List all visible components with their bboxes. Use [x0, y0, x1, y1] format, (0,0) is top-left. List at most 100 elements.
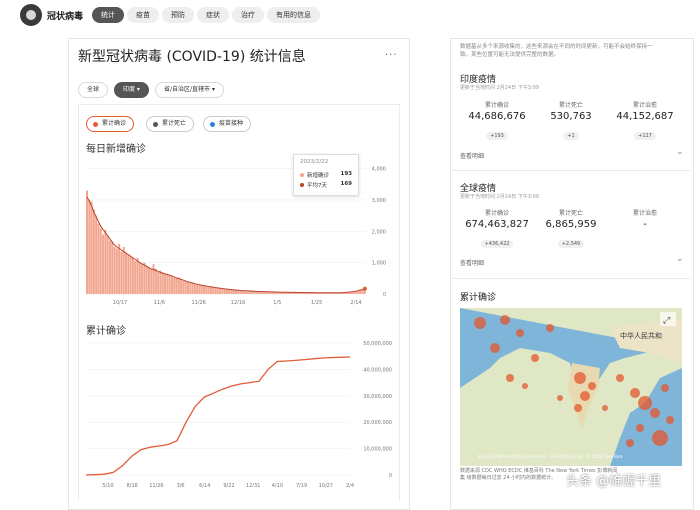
daily-bar — [143, 262, 146, 294]
daily-bar — [113, 246, 116, 294]
page-title: 新型冠状病毒 (COVID-19) 统计信息 — [78, 49, 306, 65]
avg7-marker — [362, 286, 367, 291]
x-tick-label: 11/26 — [191, 300, 205, 306]
global-stat-deaths: 累计死亡 6,865,959 +2,549 — [534, 208, 608, 249]
x-tick-label: 5/10 — [102, 483, 113, 489]
daily-bar — [198, 284, 201, 294]
daily-bar — [127, 254, 130, 294]
daily-bar — [168, 275, 171, 294]
daily-bar — [134, 261, 137, 294]
tooltip-label: 平均7天 — [307, 183, 327, 189]
tab-symptoms[interactable]: 症状 — [197, 7, 229, 23]
stat-label: 累计死亡 — [558, 102, 583, 109]
x-tick-label: 7/19 — [296, 483, 307, 489]
tab-treatment[interactable]: 治疗 — [232, 7, 264, 23]
daily-bar — [104, 229, 107, 294]
chevron-down-icon[interactable]: ⌄ — [676, 147, 684, 157]
x-tick-label: 1/25 — [311, 300, 322, 306]
daily-bar — [193, 283, 196, 294]
global-stat-confirmed: 累计确诊 674,463,827 +436,422 — [460, 208, 534, 249]
daily-bar — [228, 289, 231, 294]
daily-bar — [182, 280, 185, 294]
daily-bar — [90, 201, 93, 294]
daily-bar — [118, 243, 121, 294]
segment-label: 累计确诊 — [102, 120, 127, 127]
daily-bar — [354, 291, 357, 294]
daily-bar — [180, 278, 183, 294]
daily-bar — [122, 246, 125, 294]
stat-value: 530,763 — [550, 111, 592, 122]
stat-delta: +1 — [563, 132, 579, 140]
line-swatch-icon — [300, 183, 304, 187]
x-tick-label: 4/10 — [272, 483, 283, 489]
y-tick-label: 10,000,000 — [363, 447, 392, 453]
y-tick-label: 1,000 — [372, 261, 386, 267]
daily-bar — [131, 257, 134, 294]
stat-label: 累计治愈 — [632, 210, 657, 217]
segment-vaccination[interactable]: 疫苗接种 — [203, 116, 252, 132]
tab-statistics[interactable]: 统计 — [92, 7, 124, 23]
tab-vaccine[interactable]: 疫苗 — [127, 7, 159, 23]
cumulative-cases-chart[interactable]: 0 10,000,000 20,000,000 30,000,000 40,000,00… — [80, 335, 398, 495]
chevron-down-icon[interactable]: ⌄ — [676, 254, 684, 264]
y-tick-label: 3,000 — [372, 198, 386, 204]
daily-bar — [88, 199, 91, 294]
stat-delta: +2,549 — [557, 240, 585, 248]
daily-bar — [136, 257, 139, 294]
x-tick-label: 6/14 — [199, 483, 210, 489]
map-title: 累计确诊 — [460, 293, 497, 303]
daily-bar — [92, 209, 95, 294]
tooltip-value: 169 — [340, 181, 352, 187]
stat-value: 44,686,676 — [468, 111, 526, 122]
y-tick-label: 0 — [389, 473, 392, 479]
daily-bar — [189, 282, 192, 294]
stat-delta: +193 — [486, 132, 508, 140]
filter-global[interactable]: 全球 — [78, 82, 109, 98]
x-tick-label: 12/16 — [231, 300, 245, 306]
stat-delta: +436,422 — [480, 240, 514, 248]
daily-bar — [141, 264, 144, 294]
global-stat-recovered: 累计治愈 - — [608, 208, 682, 230]
india-details-link[interactable]: 查看明细 — [460, 151, 484, 160]
x-tick-label: 11/26 — [149, 483, 163, 489]
watermark: 头条 @帷幄千里 — [566, 474, 662, 489]
coronavirus-logo-icon — [20, 4, 42, 26]
tooltip-value: 193 — [340, 171, 352, 177]
daily-bar — [186, 282, 189, 294]
tab-useful-info[interactable]: 有用的信息 — [267, 7, 320, 23]
tooltip-row: 平均7天 169 — [300, 181, 354, 189]
daily-bar — [97, 223, 100, 294]
divider — [452, 278, 690, 279]
stat-delta: +127 — [634, 132, 656, 140]
x-tick-label: 2/4 — [346, 483, 354, 489]
tab-prevention[interactable]: 预防 — [162, 7, 194, 23]
stat-value: 674,463,827 — [465, 219, 529, 230]
segment-deaths[interactable]: 累计死亡 — [146, 116, 195, 132]
filter-country[interactable]: 印度 ▾ — [114, 82, 149, 98]
tooltip-label: 新增确诊 — [307, 173, 330, 179]
filter-province[interactable]: 省/自治区/直辖市 ▾ — [155, 82, 224, 98]
daily-bar — [129, 256, 132, 294]
daily-bar — [111, 242, 114, 294]
daily-bar — [219, 288, 222, 294]
daily-bar — [184, 281, 187, 294]
tooltip-date: 2023/2/22 — [300, 159, 329, 165]
global-details-link[interactable]: 查看明细 — [460, 258, 484, 267]
india-stat-recovered: 累计治愈 44,152,687 +127 — [608, 100, 682, 141]
india-updated: 更新于当地时间 2月24日 下午3:09 — [460, 85, 539, 91]
segment-confirmed[interactable]: 累计确诊 — [86, 116, 135, 132]
y-tick-label: 4,000 — [372, 167, 386, 173]
expand-arrow-icon: ⤢ — [662, 316, 670, 326]
more-options-button[interactable]: ··· — [385, 50, 398, 61]
daily-bar — [221, 288, 224, 294]
daily-bar — [154, 268, 157, 294]
daily-bar — [125, 253, 128, 294]
india-stat-deaths: 累计死亡 530,763 +1 — [534, 100, 608, 141]
daily-bar — [235, 290, 238, 294]
tooltip-row: 新增确诊 193 — [300, 171, 354, 179]
x-tick-label: 12/31 — [246, 483, 260, 489]
india-stat-confirmed: 累计确诊 44,686,676 +193 — [460, 100, 534, 141]
y-tick-label: 30,000,000 — [363, 394, 392, 400]
cases-map[interactable]: 中华人民共和 ⤢ © 2023 Microsoft Corporation - … — [460, 308, 682, 466]
daily-bar — [191, 283, 194, 294]
